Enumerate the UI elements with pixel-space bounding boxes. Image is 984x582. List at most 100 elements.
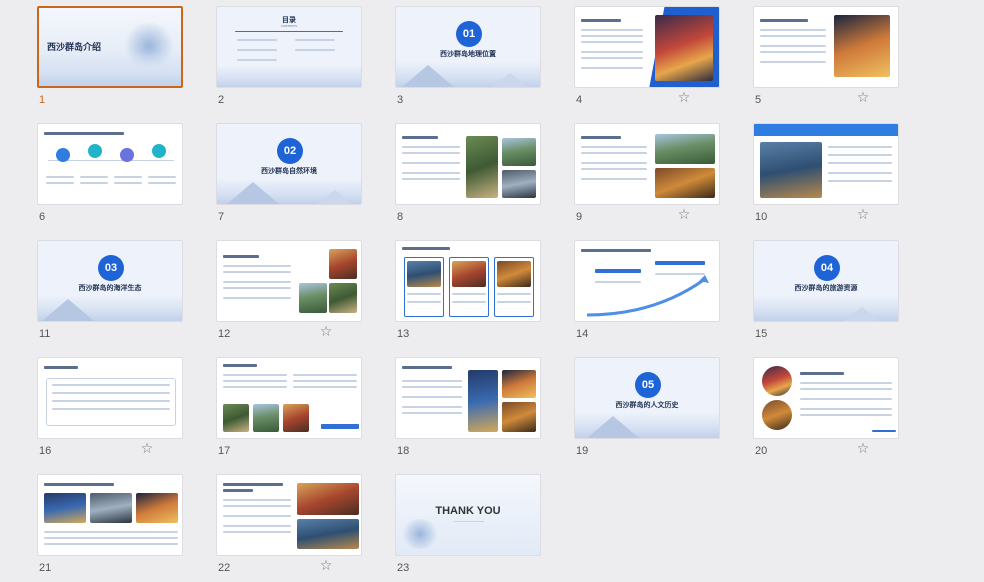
- slide-thumbnail-16[interactable]: 16 ☆: [37, 357, 183, 465]
- slide-preview[interactable]: 01 西沙群岛地理位置: [395, 6, 541, 88]
- slide-thumbnail-7[interactable]: 02 西沙群岛自然环境 7: [216, 123, 362, 231]
- slide-image: [452, 261, 486, 287]
- star-outline-icon[interactable]: ☆: [855, 207, 871, 223]
- slide-image: [90, 493, 132, 523]
- slide-image: [44, 493, 86, 523]
- slide-thumbnail-8[interactable]: 8: [395, 123, 541, 231]
- slide-number: 5: [755, 94, 762, 106]
- slide-thumbnail-6[interactable]: 6: [37, 123, 183, 231]
- section-badge: 04: [814, 255, 840, 281]
- slide-image: [329, 249, 357, 279]
- slide-thumbnail-17[interactable]: 17: [216, 357, 362, 465]
- slide-thumbnail-21[interactable]: 21: [37, 474, 183, 582]
- slide-thumbnail-14[interactable]: 14: [574, 240, 720, 348]
- slide-title: 西沙群岛自然环境: [261, 168, 317, 175]
- slide-number: 10: [755, 211, 768, 223]
- slide-preview[interactable]: [574, 240, 720, 322]
- slide-preview[interactable]: 02 西沙群岛自然环境: [216, 123, 362, 205]
- slide-number: 11: [39, 328, 51, 340]
- slide-image: [223, 404, 249, 432]
- slide-image: [655, 15, 713, 81]
- slide-number: 4: [576, 94, 583, 106]
- slide-image: [466, 136, 498, 198]
- slide-thumbnail-9[interactable]: 9 ☆: [574, 123, 720, 231]
- slide-image: [136, 493, 178, 523]
- slide-number: 9: [576, 211, 583, 223]
- slide-preview[interactable]: [216, 240, 362, 322]
- slide-preview[interactable]: [216, 474, 362, 556]
- slide-preview[interactable]: 西沙群岛介绍: [37, 6, 183, 88]
- slide-image: [283, 404, 309, 432]
- slide-thumbnail-3[interactable]: 01 西沙群岛地理位置 3: [395, 6, 541, 114]
- star-outline-icon[interactable]: ☆: [676, 207, 692, 223]
- slide-preview[interactable]: [395, 240, 541, 322]
- slide-preview[interactable]: [216, 357, 362, 439]
- slide-image: [502, 370, 536, 398]
- slide-preview[interactable]: [37, 357, 183, 439]
- slide-image: [502, 402, 536, 432]
- slide-number: 23: [397, 562, 410, 574]
- slide-number: 14: [576, 328, 589, 340]
- slide-thumbnail-22[interactable]: 22 ☆: [216, 474, 362, 582]
- slide-preview[interactable]: THANK YOU: [395, 474, 541, 556]
- slide-thumbnail-20[interactable]: 20 ☆: [753, 357, 899, 465]
- slide-thumbnail-19[interactable]: 05 西沙群岛的人文历史 19: [574, 357, 720, 465]
- slide-number: 20: [755, 445, 768, 457]
- slide-preview[interactable]: [753, 6, 899, 88]
- slide-image: [297, 483, 359, 515]
- slide-thumbnail-2[interactable]: 目录 CONTENTS 2: [216, 6, 362, 114]
- slide-number: 17: [218, 445, 231, 457]
- slide-thumbnail-1[interactable]: 西沙群岛介绍 1: [37, 6, 183, 114]
- slide-preview[interactable]: 05 西沙群岛的人文历史: [574, 357, 720, 439]
- slide-thumbnail-23[interactable]: THANK YOU 23: [395, 474, 541, 582]
- slide-subtitle: CONTENTS: [280, 24, 298, 28]
- star-outline-icon[interactable]: ☆: [676, 90, 692, 106]
- slide-image: [407, 261, 441, 287]
- slide-number: 8: [397, 211, 404, 223]
- slide-preview[interactable]: [753, 357, 899, 439]
- slide-preview[interactable]: 目录 CONTENTS: [216, 6, 362, 88]
- slide-thumbnail-12[interactable]: 12 ☆: [216, 240, 362, 348]
- slide-thumbnail-18[interactable]: 18: [395, 357, 541, 465]
- slide-thumbnail-15[interactable]: 04 西沙群岛的旅游资源 15: [753, 240, 899, 348]
- slide-image: [762, 400, 792, 430]
- star-outline-icon[interactable]: ☆: [139, 441, 155, 457]
- slide-number: 16: [39, 445, 52, 457]
- slide-preview[interactable]: [395, 357, 541, 439]
- slide-thumbnail-10[interactable]: 10 ☆: [753, 123, 899, 231]
- slide-preview[interactable]: [574, 6, 720, 88]
- star-outline-icon[interactable]: ☆: [318, 558, 334, 574]
- slide-title: 西沙群岛的旅游资源: [794, 285, 858, 292]
- slide-title: 西沙群岛的海洋生态: [78, 285, 142, 292]
- slide-thumbnail-11[interactable]: 03 西沙群岛的海洋生态 11: [37, 240, 183, 348]
- slide-sorter-grid: 西沙群岛介绍 1 目录 CONTENTS 2 01 西沙群岛地理位置 3 4 ☆…: [0, 0, 984, 582]
- slide-thumbnail-4[interactable]: 4 ☆: [574, 6, 720, 114]
- slide-thumbnail-5[interactable]: 5 ☆: [753, 6, 899, 114]
- slide-number: 18: [397, 445, 410, 457]
- slide-preview[interactable]: [753, 123, 899, 205]
- section-badge: 02: [277, 138, 303, 164]
- star-outline-icon[interactable]: ☆: [855, 441, 871, 457]
- slide-image: [253, 404, 279, 432]
- slide-preview[interactable]: [395, 123, 541, 205]
- slide-preview[interactable]: [37, 474, 183, 556]
- slide-number: 3: [397, 94, 404, 106]
- slide-preview[interactable]: 04 西沙群岛的旅游资源: [753, 240, 899, 322]
- slide-number: 12: [218, 328, 231, 340]
- slide-thumbnail-13[interactable]: 13: [395, 240, 541, 348]
- slide-number: 2: [218, 94, 225, 106]
- slide-image: [655, 134, 715, 164]
- slide-preview[interactable]: [574, 123, 720, 205]
- slide-image: [299, 283, 327, 313]
- slide-preview[interactable]: [37, 123, 183, 205]
- ink-mountains: [39, 52, 181, 86]
- slide-number: 22: [218, 562, 231, 574]
- star-outline-icon[interactable]: ☆: [855, 90, 871, 106]
- star-outline-icon[interactable]: ☆: [318, 324, 334, 340]
- slide-image: [497, 261, 531, 287]
- slide-preview[interactable]: 03 西沙群岛的海洋生态: [37, 240, 183, 322]
- slide-image: [329, 283, 357, 313]
- slide-title: 西沙群岛地理位置: [440, 51, 496, 58]
- growth-arrow-icon: [586, 275, 709, 317]
- slide-image: [468, 370, 498, 432]
